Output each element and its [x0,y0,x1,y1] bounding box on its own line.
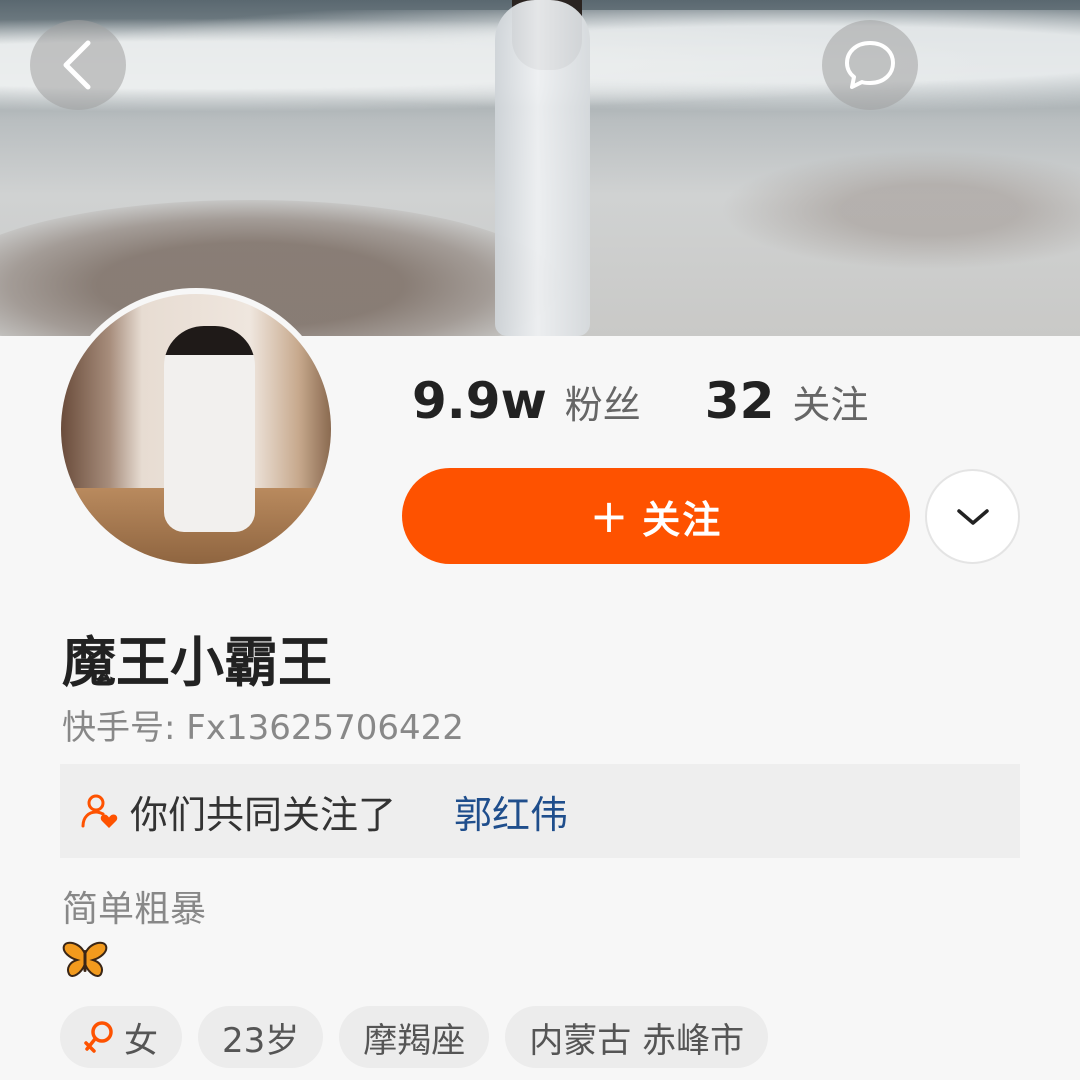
zodiac-tag: 摩羯座 [339,1006,490,1068]
butterfly-icon [62,940,108,984]
gender-tag: 女 [60,1006,182,1068]
profile-page: 9.9w 粉丝 32 关注 + 关注 魔王小霸王 快手号: Fx13625706… [0,0,1080,1080]
cover-sand-right [720,150,1080,270]
female-icon [84,1021,113,1053]
chat-bubble-icon [845,41,895,89]
mutual-follow-row[interactable]: 你们共同关注了 郭红伟 [60,764,1020,858]
message-button[interactable] [822,20,918,110]
location-tag-label: 内蒙古 赤峰市 [529,1020,745,1061]
bio-text: 简单粗暴 [62,889,207,930]
chevron-left-icon [63,40,91,90]
cover-figure [495,0,590,336]
followers-label: 粉丝 [564,383,641,427]
follow-button[interactable]: + 关注 [402,468,910,564]
mutual-follow-text: 你们共同关注了 [130,792,397,837]
profile-stats: 9.9w 粉丝 32 关注 [412,372,868,430]
following-count: 32 [704,372,775,430]
following-label: 关注 [792,383,869,427]
chevron-down-icon [956,508,989,525]
avatar-person [163,326,256,532]
following-stat[interactable]: 32 关注 [705,372,869,430]
age-tag: 23岁 [198,1006,324,1068]
cover-photo[interactable] [0,0,1080,336]
avatar[interactable] [55,288,337,570]
mutual-follow-icon [81,794,118,828]
zodiac-tag-label: 摩羯座 [363,1020,466,1061]
profile-tags: 女 23岁 摩羯座 内蒙古 赤峰市 [60,1006,784,1068]
mutual-follow-name[interactable]: 郭红伟 [454,784,568,839]
gender-tag-label: 女 [124,1020,158,1061]
age-tag-label: 23岁 [222,1020,300,1061]
back-button[interactable] [30,20,126,110]
avatar-photo [61,294,331,564]
followers-stat[interactable]: 9.9w 粉丝 [412,372,641,430]
kuaishou-id[interactable]: 快手号: Fx13625706422 [62,700,464,749]
location-tag: 内蒙古 赤峰市 [505,1006,769,1068]
plus-icon: + [589,489,631,543]
followers-count: 9.9w [412,372,547,430]
more-options-button[interactable] [925,469,1020,564]
follow-button-label: 关注 [642,497,723,542]
nickname: 魔王小霸王 [62,631,332,694]
